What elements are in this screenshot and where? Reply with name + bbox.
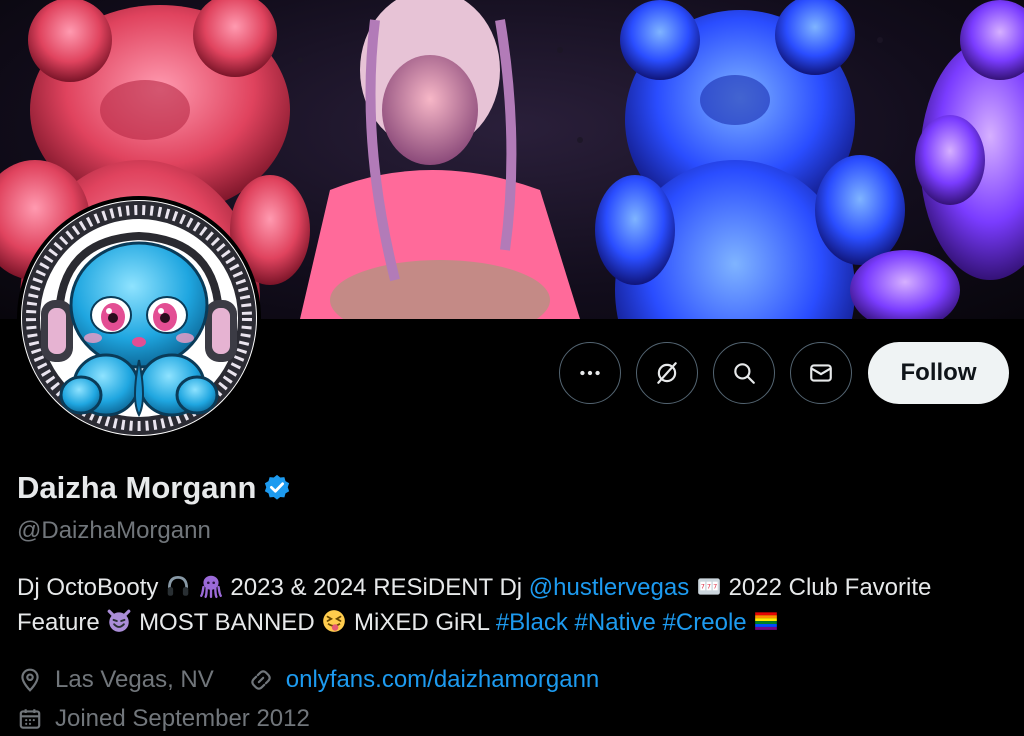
bio-text: 2023 & 2024 RESiDENT Dj <box>230 574 523 601</box>
location-text: Las Vegas, NV <box>55 666 214 693</box>
smiling-devil-icon <box>108 609 131 632</box>
verified-badge-icon[interactable] <box>262 473 292 503</box>
squinting-tongue-face-icon <box>323 610 346 632</box>
search-icon <box>734 363 755 384</box>
profile-actions: Follow <box>559 341 1009 405</box>
location-icon <box>21 668 39 692</box>
message-icon <box>810 364 832 382</box>
profile-avatar[interactable] <box>17 196 261 440</box>
bio-mention-link[interactable]: @hustlervegas <box>529 574 689 601</box>
display-name: Daizha Morgann <box>17 470 257 505</box>
link-icon <box>251 670 271 690</box>
svg-text:7: 7 <box>707 583 711 591</box>
bio-text: MOST BANNED <box>139 609 315 636</box>
headphone-icon <box>167 575 189 596</box>
message-button[interactable] <box>790 342 852 404</box>
website-link[interactable]: onlyfans.com/daizhamorgann <box>286 666 600 694</box>
svg-text:7: 7 <box>713 583 717 591</box>
avatar-image <box>21 200 257 436</box>
joined-row: Joined September 2012 <box>17 705 310 733</box>
search-profile-button[interactable] <box>713 342 775 404</box>
hashtag-creole-link[interactable]: #Creole <box>663 609 747 636</box>
bio-text: Dj OctoBooty <box>17 574 159 601</box>
follow-button[interactable]: Follow <box>868 342 1009 404</box>
rainbow-flag-icon <box>755 612 778 630</box>
svg-text:7: 7 <box>701 583 705 591</box>
more-button[interactable] <box>559 342 621 404</box>
user-handle: @DaizhaMorgann <box>17 517 211 544</box>
bio-text: MiXED GiRL <box>354 609 490 636</box>
grok-icon <box>657 362 677 384</box>
octopus-dj-logo <box>22 201 256 435</box>
profile-meta-row: Las Vegas, NV onlyfans.com/daizhamorgann <box>17 666 599 694</box>
calendar-icon <box>19 709 41 729</box>
grok-button[interactable] <box>636 342 698 404</box>
profile-bio: Dj OctoBooty 2023 & 2024 RESiDENT Dj @hu… <box>17 570 1007 640</box>
slot-machine-icon: 7 7 7 <box>698 578 720 595</box>
more-icon <box>580 370 600 376</box>
hashtag-native-link[interactable]: #Native <box>575 609 656 636</box>
display-name-row: Daizha Morgann <box>17 470 292 506</box>
hashtag-black-link[interactable]: #Black <box>496 609 568 636</box>
joined-date: Joined September 2012 <box>55 705 310 732</box>
octopus-icon <box>199 575 222 599</box>
